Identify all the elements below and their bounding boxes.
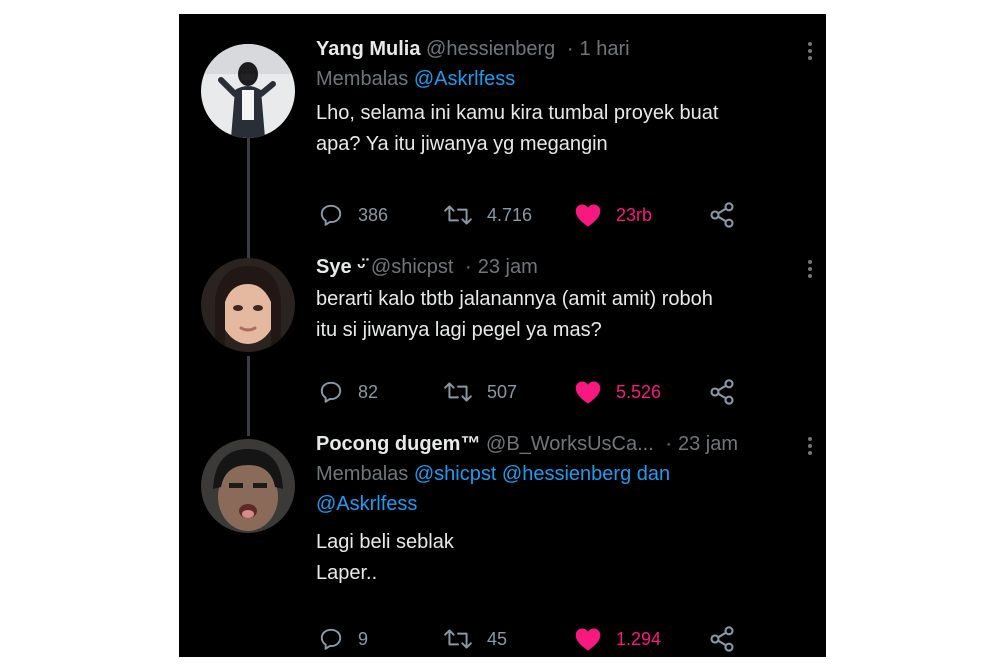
tweet-actions: 9 45 1.294	[316, 624, 746, 654]
tweet-text: Lagi beli seblak Laper..	[316, 527, 796, 589]
reply-icon	[320, 628, 342, 650]
display-name[interactable]: Yang Mulia	[316, 38, 420, 60]
tweet-text-line: itu si jiwanya lagi pegel ya mas?	[316, 319, 602, 341]
tweet[interactable]: Pocong dugem™ @B_WorksUsCa... · 23 jam Me…	[179, 429, 826, 657]
mention-link[interactable]: @Askrlfess	[316, 489, 796, 519]
separator-dot: ·	[465, 256, 472, 278]
retweet-icon	[444, 205, 472, 225]
tweet-actions: 386 4.716 23rb	[316, 200, 746, 230]
tweet-thread: Yang Mulia @hessienberg · 1 hari Membalas…	[179, 14, 826, 657]
tweet-header: Pocong dugem™ @B_WorksUsCa... · 23 jam	[316, 429, 812, 459]
retweet-icon	[444, 629, 472, 649]
retweet-icon	[444, 382, 472, 402]
like-button[interactable]: 5.526	[574, 377, 661, 407]
heart-icon	[575, 628, 601, 651]
share-icon	[710, 202, 734, 228]
user-handle[interactable]: @hessienberg	[426, 38, 555, 60]
display-name[interactable]: Pocong dugem™	[316, 433, 480, 455]
timestamp[interactable]: 1 hari	[580, 38, 630, 60]
heart-icon	[575, 381, 601, 404]
tweet[interactable]: Yang Mulia @hessienberg · 1 hari Membalas…	[179, 34, 826, 234]
avatar[interactable]	[201, 258, 295, 352]
avatar[interactable]	[201, 44, 295, 138]
separator-dot: ·	[665, 433, 672, 455]
replying-to: Membalas @shicpst @hessienberg dan @Askr…	[316, 459, 796, 519]
reply-icon	[320, 204, 342, 226]
tweet-header: Sye ᵕ̈ @shicpst · 23 jam	[316, 252, 812, 282]
tweet-text-line: Lho, selama ini kamu kira tumbal proyek …	[316, 102, 719, 124]
mention-link[interactable]: @Askrlfess	[414, 68, 515, 90]
timestamp[interactable]: 23 jam	[678, 433, 738, 455]
more-icon[interactable]	[804, 435, 816, 457]
replying-to-label: Membalas	[316, 463, 409, 485]
reply-count: 82	[358, 381, 379, 402]
retweet-button[interactable]: 4.716	[443, 200, 532, 230]
heart-icon	[575, 204, 601, 227]
more-icon[interactable]	[804, 40, 816, 62]
tweet-text: berarti kalo tbtb jalanannya (amit amit)…	[316, 284, 796, 346]
user-handle[interactable]: @B_WorksUsCa...	[486, 433, 654, 455]
tweet-actions: 82 507 5.526	[316, 377, 746, 407]
reply-button[interactable]: 9	[318, 624, 368, 654]
more-icon[interactable]	[804, 258, 816, 280]
tweet-header: Yang Mulia @hessienberg · 1 hari	[316, 34, 812, 64]
tweet-text-line: Laper..	[316, 562, 378, 584]
retweet-count: 4.716	[487, 204, 533, 225]
share-button[interactable]	[708, 377, 736, 407]
display-name[interactable]: Sye ᵕ̈	[316, 256, 365, 278]
reply-button[interactable]: 82	[318, 377, 378, 407]
mention-link[interactable]: @shicpst @hessienberg dan	[414, 463, 670, 485]
avatar[interactable]	[201, 439, 295, 533]
retweet-count: 507	[487, 381, 518, 402]
share-icon	[710, 626, 734, 652]
retweet-count: 45	[487, 628, 508, 649]
reply-count: 386	[358, 204, 389, 225]
share-button[interactable]	[708, 200, 736, 230]
user-handle[interactable]: @shicpst	[371, 256, 454, 278]
timestamp[interactable]: 23 jam	[478, 256, 538, 278]
tweet-text-line: berarti kalo tbtb jalanannya (amit amit)…	[316, 288, 713, 310]
tweet-text: Lho, selama ini kamu kira tumbal proyek …	[316, 98, 796, 160]
retweet-button[interactable]: 507	[443, 377, 517, 407]
like-button[interactable]: 23rb	[574, 200, 652, 230]
like-count: 5.526	[616, 381, 662, 402]
separator-dot: ·	[566, 38, 574, 60]
share-icon	[710, 379, 734, 405]
like-count: 23rb	[616, 204, 653, 225]
tweet[interactable]: Sye ᵕ̈ @shicpst · 23 jam berarti kalo tbt…	[179, 252, 826, 412]
reply-count: 9	[358, 628, 369, 649]
reply-icon	[320, 381, 342, 403]
like-count: 1.294	[616, 628, 662, 649]
reply-button[interactable]: 386	[318, 200, 388, 230]
retweet-button[interactable]: 45	[443, 624, 507, 654]
tweet-text-line: apa? Ya itu jiwanya yg megangin	[316, 133, 608, 155]
like-button[interactable]: 1.294	[574, 624, 661, 654]
replying-to-label: Membalas	[316, 68, 409, 90]
tweet-text-line: Lagi beli seblak	[316, 531, 454, 553]
share-button[interactable]	[708, 624, 736, 654]
replying-to: Membalas @Askrlfess	[316, 64, 796, 94]
